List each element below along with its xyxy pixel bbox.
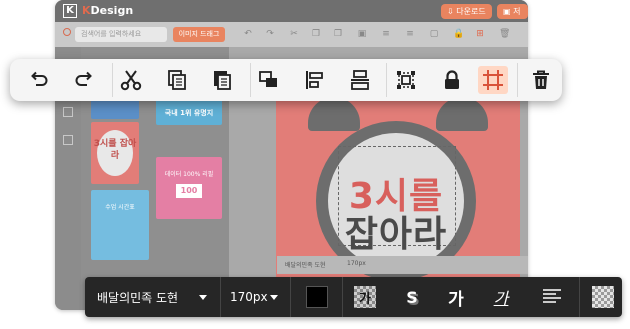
search-icon <box>63 28 71 36</box>
bell-left <box>308 97 360 131</box>
align-left-icon <box>306 71 323 89</box>
group-icon <box>259 71 277 87</box>
divider <box>579 277 580 317</box>
download-button[interactable]: ⇩ 다운로드 <box>441 4 492 19</box>
text-color-button[interactable] <box>304 285 330 309</box>
cut-button[interactable] <box>116 66 146 94</box>
mini-font-size[interactable]: 170px <box>347 260 366 267</box>
paste-button[interactable] <box>207 66 237 94</box>
chevron-down-icon <box>199 295 207 300</box>
copy-button[interactable] <box>162 66 192 94</box>
fit-button[interactable] <box>391 66 421 94</box>
mini-group-icon[interactable]: ▣ <box>357 29 367 39</box>
mini-align-center-icon[interactable]: ≡ <box>405 29 415 39</box>
mini-trash-icon[interactable]: 🗑 <box>499 29 510 39</box>
align-center-icon <box>351 70 369 90</box>
image-drag-button[interactable]: 이미지 드래그 <box>173 27 225 42</box>
app-title: KDesign <box>82 4 134 17</box>
mini-scissors-icon[interactable]: ✂ <box>289 29 299 39</box>
align-justify-icon <box>543 289 561 303</box>
poster-headline[interactable]: 3시를 잡아라 <box>331 178 461 254</box>
underline-glyph: 가 <box>493 289 509 308</box>
opacity-button[interactable] <box>590 285 616 309</box>
delete-button[interactable] <box>526 66 556 94</box>
template-thumb[interactable]: 3시를 잡아라 <box>91 122 139 184</box>
shadow-glyph: S <box>406 287 418 307</box>
divider <box>386 63 387 97</box>
mini-lock-icon[interactable]: 🔒 <box>453 29 464 39</box>
lock-icon <box>445 70 459 89</box>
transparency-icon <box>592 286 614 308</box>
align-left-button[interactable] <box>300 66 330 94</box>
divider <box>517 63 518 97</box>
copy-icon <box>168 70 186 90</box>
color-swatch <box>306 286 328 308</box>
top-bar: K KDesign ⇩ 다운로드 ▣ 저장 <box>55 0 528 31</box>
bold-glyph: 가 <box>448 289 464 310</box>
app-logo: K <box>63 4 77 18</box>
undo-button[interactable] <box>23 66 53 94</box>
paste-icon <box>214 71 231 90</box>
bell-right <box>436 97 488 131</box>
scissors-icon <box>120 70 142 91</box>
font-size-label: 170px <box>230 290 268 304</box>
redo-button[interactable] <box>70 66 100 94</box>
divider <box>290 277 291 317</box>
underline-button[interactable]: 가 <box>488 285 514 309</box>
font-toolbar: 배달의민족 도현 170px 가 S 가 가 <box>85 277 622 317</box>
redo-icon <box>75 71 92 86</box>
text-shadow-button[interactable]: S <box>399 285 425 309</box>
mini-paste-icon[interactable]: ❐ <box>333 29 343 39</box>
search-input[interactable]: 검색어를 입력하세요 <box>75 27 167 42</box>
text-tool-icon[interactable] <box>63 107 73 117</box>
poster-canvas[interactable]: 3시를 잡아라 <box>276 94 520 307</box>
template-thumb[interactable]: 수업 시간표 <box>91 190 149 260</box>
font-family-label: 배달의민족 도현 <box>97 290 179 305</box>
fit-icon <box>397 71 415 89</box>
align-center-button[interactable] <box>345 66 375 94</box>
sub-toolbar: 검색어를 입력하세요 이미지 드래그 ↶ ↷ ✂ ❐ ❐ ▣ ≡ ≡ ▢ 🔒 ⊞… <box>55 22 528 47</box>
group-button[interactable] <box>254 66 284 94</box>
mini-undo-icon[interactable]: ↶ <box>243 29 253 39</box>
layer-tool-icon[interactable] <box>63 135 73 145</box>
mini-font-bar: 배달의민족 도현 170px <box>277 256 528 274</box>
text-outline-button[interactable]: 가 <box>352 285 378 309</box>
bold-button[interactable]: 가 <box>443 285 469 310</box>
mini-crop-icon[interactable]: ⊞ <box>475 29 485 39</box>
divider <box>220 277 221 317</box>
editor-window: K KDesign ⇩ 다운로드 ▣ 저장 검색어를 입력하세요 이미지 드래그… <box>55 0 528 310</box>
divider <box>250 63 251 97</box>
trash-icon <box>533 70 549 89</box>
floating-toolbar <box>10 59 562 101</box>
font-size-select[interactable]: 170px <box>230 285 280 309</box>
mini-align-left-icon[interactable]: ≡ <box>381 29 391 39</box>
mini-redo-icon[interactable]: ↷ <box>265 29 275 39</box>
template-thumb[interactable]: 데이터 100% 리필 100 <box>156 157 222 219</box>
font-family-select[interactable]: 배달의민족 도현 <box>97 285 213 309</box>
crop-button[interactable] <box>478 66 508 94</box>
divider <box>112 63 113 97</box>
outline-glyph: 가 <box>359 291 371 307</box>
mini-font-name[interactable]: 배달의민족 도현 <box>285 260 326 269</box>
template-thumb[interactable]: 국내 1위 유명지 <box>156 99 222 125</box>
align-justify-button[interactable] <box>539 285 565 309</box>
undo-icon <box>31 71 48 86</box>
lock-button[interactable] <box>437 66 467 94</box>
save-button[interactable]: ▣ 저장 <box>497 4 528 31</box>
crop-icon <box>483 70 503 90</box>
divider <box>342 277 343 317</box>
mini-fit-icon[interactable]: ▢ <box>429 29 439 39</box>
chevron-down-icon <box>270 295 278 300</box>
mini-copy-icon[interactable]: ❐ <box>311 29 321 39</box>
